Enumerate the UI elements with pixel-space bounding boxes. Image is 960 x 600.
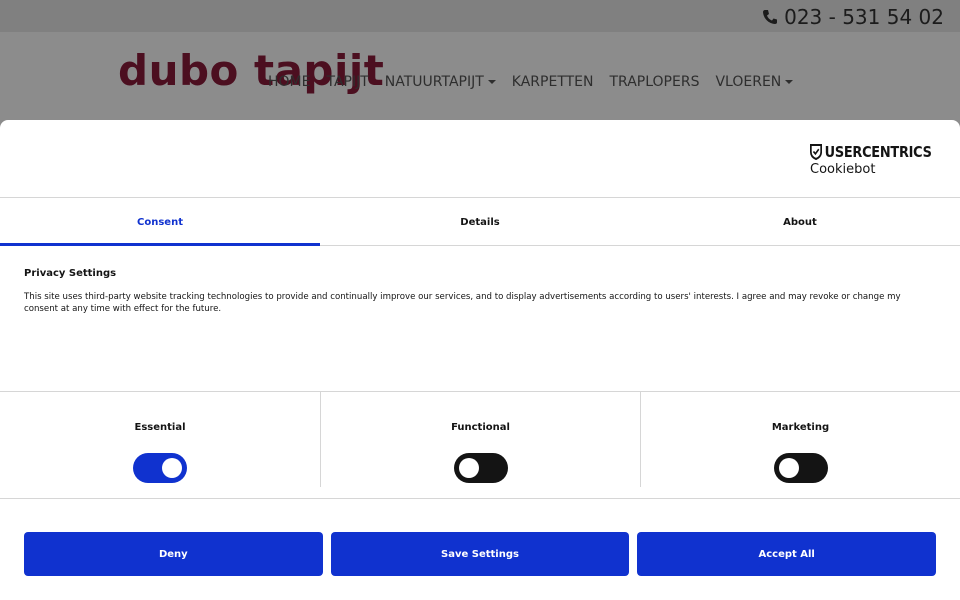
deny-button[interactable]: Deny [24, 532, 323, 576]
tab-about[interactable]: About [640, 199, 960, 245]
accept-all-button[interactable]: Accept All [637, 532, 937, 576]
consent-body: Privacy Settings This site uses third-pa… [24, 268, 936, 315]
privacy-settings-text: This site uses third-party website track… [24, 292, 901, 314]
toggle-group-marketing: Marketing [640, 392, 960, 487]
essential-toggle[interactable] [133, 453, 187, 483]
functional-toggle[interactable] [454, 453, 508, 483]
toggle-group-functional: Functional [320, 392, 640, 487]
toggle-knob [779, 458, 799, 478]
shield-check-icon [810, 144, 823, 160]
tab-consent[interactable]: Consent [0, 199, 320, 246]
brand-product: Cookiebot [810, 162, 876, 177]
tab-details[interactable]: Details [320, 199, 640, 245]
toggle-group-essential: Essential [0, 392, 320, 487]
dialog-header: USERCENTRICS Cookiebot [0, 120, 960, 198]
marketing-toggle[interactable] [774, 453, 828, 483]
save-settings-button[interactable]: Save Settings [330, 532, 630, 576]
toggle-knob [459, 458, 479, 478]
toggle-label-marketing: Marketing [771, 422, 830, 433]
dialog-tabs: Consent Details About [0, 199, 960, 246]
consent-toggles: Essential Functional Marketing [0, 391, 960, 499]
toggle-label-functional: Functional [451, 422, 510, 433]
toggle-label-essential: Essential [134, 422, 186, 433]
brand-name-row: USERCENTRICS [810, 143, 932, 161]
dialog-actions: Deny Save Settings Accept All [24, 532, 937, 576]
privacy-settings-title: Privacy Settings [24, 268, 117, 279]
cookie-consent-dialog: USERCENTRICS Cookiebot Consent Details A… [0, 120, 960, 600]
brand-name: USERCENTRICS [824, 143, 932, 161]
cookiebot-logo: USERCENTRICS Cookiebot [810, 143, 951, 177]
toggle-knob [162, 458, 182, 478]
